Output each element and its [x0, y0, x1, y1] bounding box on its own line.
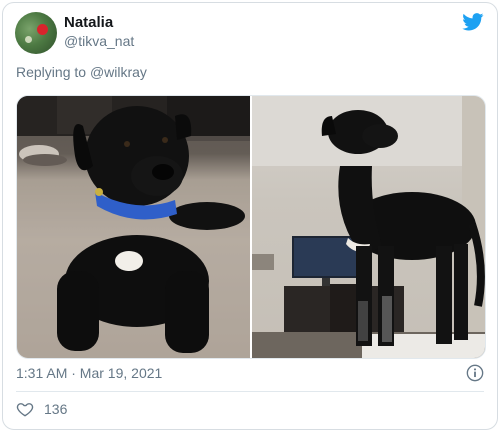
author-display-name[interactable]: Natalia [64, 14, 113, 31]
divider [16, 391, 484, 392]
reply-context: Replying to @wilkray [16, 64, 147, 80]
twitter-bird-icon[interactable] [462, 13, 484, 31]
author-avatar[interactable] [15, 12, 57, 54]
like-count: 136 [44, 401, 68, 417]
dog-standing-illustration [252, 96, 485, 358]
media-photo-1[interactable] [17, 96, 250, 358]
tweet-timestamp[interactable]: 1:31 AM · Mar 19, 2021 [16, 365, 162, 381]
avatar-flower [37, 24, 48, 35]
puppy-lying-illustration [17, 96, 250, 358]
avatar-highlight [25, 36, 32, 43]
heart-icon[interactable] [16, 400, 34, 418]
like-row[interactable]: 136 [16, 400, 67, 418]
reply-label: Replying to [16, 64, 87, 80]
info-icon[interactable] [466, 364, 484, 382]
media-grid [16, 95, 486, 359]
reply-mention-link[interactable]: @wilkray [90, 64, 147, 80]
media-photo-2[interactable] [252, 96, 485, 358]
author-handle[interactable]: @tikva_nat [64, 33, 134, 49]
